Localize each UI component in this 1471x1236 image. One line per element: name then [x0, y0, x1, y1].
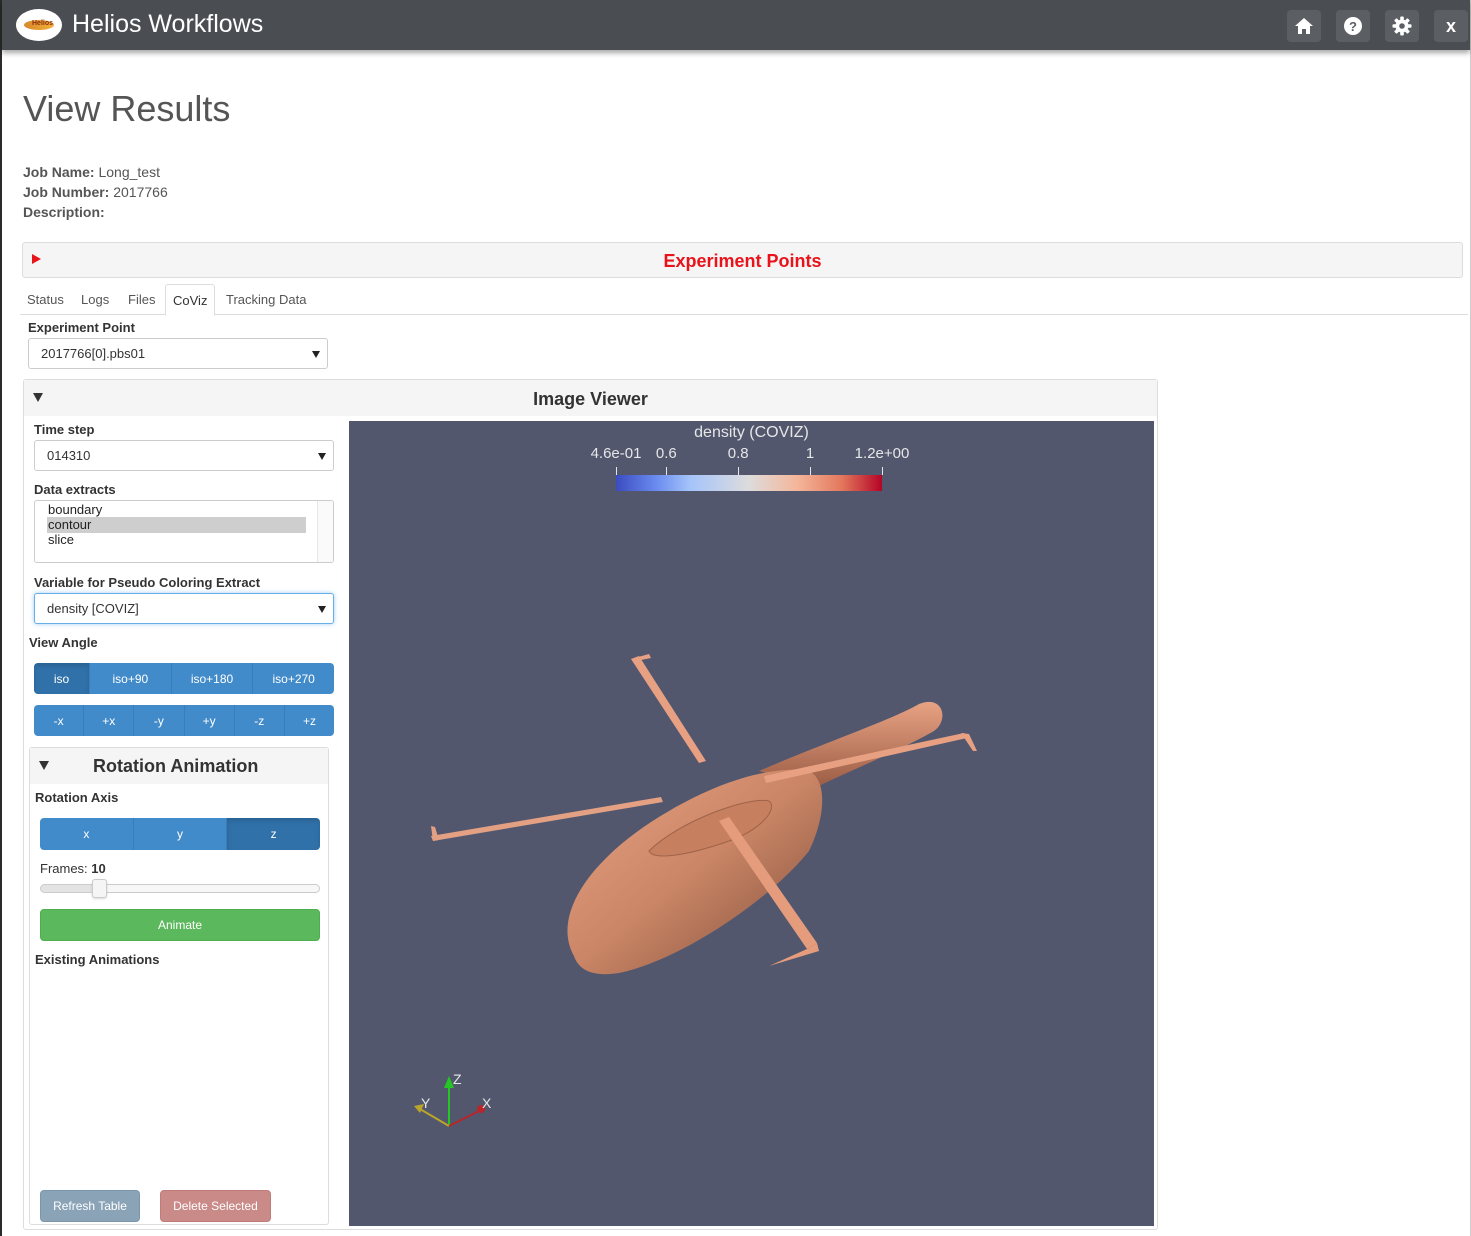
frames-slider-handle[interactable] [91, 879, 107, 898]
experiment-points-title[interactable]: Experiment Points [23, 251, 1462, 272]
view-angle-label: View Angle [29, 635, 98, 650]
collapse-arrow-icon[interactable] [39, 761, 49, 770]
experiment-point-value: 2017766[0].pbs01 [41, 346, 146, 361]
frames-slider[interactable] [40, 884, 320, 893]
svg-text:?: ? [1349, 19, 1357, 34]
job-number-row: Job Number: 2017766 [23, 184, 168, 200]
frames-readout: Frames: 10 [40, 861, 106, 876]
pseudo-color-label: Variable for Pseudo Coloring Extract [34, 575, 261, 590]
result-tabs: Status Logs Files CoViz Tracking Data [20, 284, 1468, 316]
pseudo-color-select[interactable]: density [COVIZ] [34, 593, 334, 624]
rotor-blade-top [631, 656, 706, 763]
refresh-table-button[interactable]: Refresh Table [40, 1190, 140, 1222]
gear-icon [1392, 16, 1412, 36]
image-viewer-header[interactable]: Image Viewer [24, 380, 1157, 416]
tab-status[interactable]: Status [20, 284, 71, 315]
tab-logs[interactable]: Logs [74, 284, 116, 315]
axis-x-label: X [482, 1095, 492, 1111]
rotation-axis-label: Rotation Axis [35, 790, 119, 805]
home-icon [1295, 18, 1313, 34]
description-label: Description: [23, 204, 105, 220]
image-viewer-title: Image Viewer [533, 389, 648, 409]
close-icon: x [1445, 15, 1456, 36]
render-viewport[interactable]: density (COVIZ) 4.6e-01 0.6 0.8 1 1.2e+00 [349, 421, 1154, 1226]
description-row: Description: [23, 204, 105, 220]
experiment-point-label: Experiment Point [28, 320, 135, 335]
listbox-scrollbar[interactable] [317, 501, 333, 562]
view-iso-button[interactable]: iso [34, 663, 90, 694]
job-number-value: 2017766 [113, 184, 168, 200]
rotation-animation-title: Rotation Animation [93, 756, 259, 776]
rotation-axis-z-button[interactable]: z [227, 818, 320, 850]
rotor-blade-right-tip [961, 733, 977, 751]
axis-view-group: -x +x -y +y -z +z [34, 705, 334, 736]
close-button[interactable]: x [1434, 10, 1468, 42]
pseudo-color-value: density [COVIZ] [47, 601, 139, 616]
list-item[interactable]: slice [47, 532, 306, 548]
job-number-label: Job Number: [23, 184, 110, 200]
view-neg-x-button[interactable]: -x [34, 705, 85, 736]
view-pos-z-button[interactable]: +z [284, 705, 334, 736]
rotor-blade-top-tip [631, 654, 651, 661]
logo-text: Helios [32, 20, 54, 27]
top-navbar: Helios Helios Workflows ? x [2, 0, 1470, 50]
rotation-axis-group: x y z [40, 818, 320, 850]
data-extracts-label: Data extracts [34, 482, 116, 497]
data-extracts-listbox[interactable]: boundary contour slice [34, 500, 334, 563]
view-pos-x-button[interactable]: +x [84, 705, 135, 736]
fuselage [567, 769, 823, 975]
job-name-row: Job Name: Long_test [23, 164, 160, 180]
rotation-axis-x-button[interactable]: x [40, 818, 134, 850]
rotation-axis-y-button[interactable]: y [133, 818, 228, 850]
page-title: View Results [23, 88, 231, 129]
experiment-points-panel[interactable]: Experiment Points [22, 242, 1463, 278]
axis-z-label: Z [453, 1071, 462, 1087]
view-iso180-button[interactable]: iso+180 [171, 663, 254, 694]
frames-label: Frames: [40, 861, 88, 876]
view-iso270-button[interactable]: iso+270 [253, 663, 334, 694]
animate-button[interactable]: Animate [40, 909, 320, 941]
chevron-down-icon [318, 606, 326, 613]
existing-animations-label: Existing Animations [35, 952, 160, 967]
frames-value: 10 [91, 861, 106, 876]
tab-tracking-data[interactable]: Tracking Data [219, 284, 313, 315]
home-button[interactable] [1287, 10, 1321, 42]
list-item[interactable]: contour [47, 517, 306, 533]
time-step-value: 014310 [47, 448, 91, 463]
time-step-select[interactable]: 014310 [34, 440, 334, 471]
delete-selected-button[interactable]: Delete Selected [160, 1190, 271, 1222]
question-circle-icon: ? [1344, 17, 1362, 35]
settings-button[interactable] [1385, 10, 1419, 42]
tab-files[interactable]: Files [121, 284, 162, 315]
job-name-label: Job Name: [23, 164, 95, 180]
chevron-down-icon [318, 453, 326, 460]
view-iso90-button[interactable]: iso+90 [90, 663, 172, 694]
rotor-blade-left [431, 797, 663, 841]
rotation-animation-header[interactable]: Rotation Animation [30, 748, 328, 784]
list-item[interactable]: boundary [47, 502, 306, 518]
view-pos-y-button[interactable]: +y [184, 705, 235, 736]
view-neg-y-button[interactable]: -y [134, 705, 185, 736]
experiment-point-select[interactable]: 2017766[0].pbs01 [28, 338, 328, 369]
app-title: Helios Workflows [72, 10, 264, 38]
chevron-down-icon [312, 351, 320, 358]
helios-logo[interactable]: Helios [16, 9, 62, 41]
time-step-label: Time step [34, 422, 95, 437]
tab-coviz[interactable]: CoViz [165, 284, 216, 316]
job-name-value: Long_test [98, 164, 160, 180]
help-button[interactable]: ? [1336, 10, 1370, 42]
app-window: Helios Helios Workflows ? x View Results… [0, 0, 1471, 1236]
axis-y-label: Y [421, 1095, 431, 1111]
view-neg-z-button[interactable]: -z [234, 705, 285, 736]
rotor-blade-bottom-tip [769, 943, 819, 966]
iso-view-group: iso iso+90 iso+180 iso+270 [34, 663, 334, 694]
